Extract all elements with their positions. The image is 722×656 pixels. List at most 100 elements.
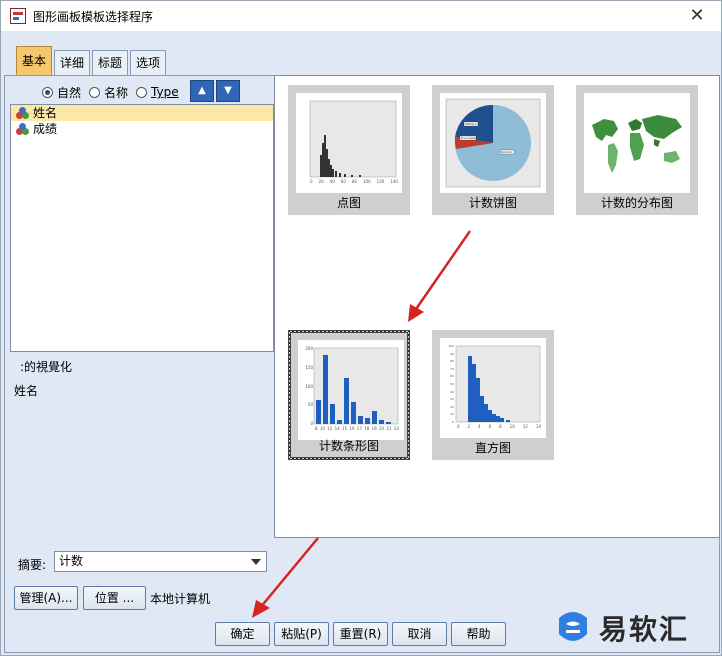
tick-label: 8 — [315, 426, 318, 431]
sort-type-radio[interactable]: Type — [136, 85, 179, 99]
gallery-item-caption: 计数饼图 — [468, 196, 517, 210]
visualization-value: 姓名 — [14, 384, 39, 398]
location-button[interactable]: 位置 ... — [83, 586, 146, 610]
sort-ascending-button[interactable]: ▲ — [190, 80, 214, 102]
tick-label: 16 — [349, 426, 355, 431]
pie-chart-thumbnail: Midterm Trunctated Normal — [440, 93, 546, 193]
tick-label: 60 — [340, 179, 346, 184]
tick-label: 40 — [450, 389, 454, 394]
tick-label: 80 — [450, 359, 454, 364]
tick-label: 18 — [364, 426, 370, 431]
radio-selected-icon — [42, 86, 53, 98]
tick-label: 15 — [342, 426, 348, 431]
map-thumbnail — [584, 93, 690, 193]
sort-ascending-icon: ▲ — [198, 85, 206, 96]
tick-label: 100 — [363, 179, 371, 184]
tab-bar: 基本 详细 标题 选项 — [16, 46, 168, 76]
tick-label: 50 — [307, 402, 313, 408]
radio-icon — [136, 86, 148, 98]
gallery-item-map[interactable]: 计数的分布图 — [576, 85, 698, 215]
tick-label: 2 — [467, 424, 471, 429]
tick-label: 0 — [452, 419, 454, 424]
tick-label: 60 — [450, 374, 454, 379]
logo-icon — [559, 612, 587, 641]
sort-name-label: 名称 — [104, 85, 129, 100]
pie-slice-label: Midterm — [465, 122, 478, 126]
gallery-item-caption: 直方图 — [474, 441, 511, 455]
visualization-label: :的視覺化 — [20, 360, 73, 374]
tick-label: 150 — [305, 364, 313, 370]
cancel-button[interactable]: 取消 — [392, 622, 447, 646]
tick-label: 0 — [457, 424, 460, 429]
tick-label: 6 — [488, 424, 492, 429]
nominal-variable-icon — [16, 123, 30, 135]
watermark-text: 易软汇 — [599, 613, 690, 646]
variable-name: 成绩 — [33, 122, 58, 136]
location-value: 本地计算机 — [150, 592, 211, 606]
tab-basic[interactable]: 基本 — [16, 46, 53, 76]
title-bar: 图形画板模板选择程序 ✕ — [1, 1, 721, 31]
gallery-item-caption: 计数条形图 — [318, 439, 379, 453]
summary-value: 计数 — [59, 554, 84, 568]
tick-label: 12 — [327, 426, 333, 431]
gallery-item-bar-chart[interactable]: 200 150 100 50 0 8 10 12 14 15 16 17 18 … — [288, 330, 410, 460]
tick-label: 140 — [390, 179, 398, 184]
tick-label: 8 — [499, 424, 502, 429]
gallery-item-histogram[interactable]: 100 90 80 70 60 50 40 30 20 10 0 0 2 4 6… — [432, 330, 554, 460]
tick-label: 30 — [450, 397, 454, 402]
variable-list[interactable]: 姓名 成绩 — [10, 104, 274, 352]
tab-titles[interactable]: 标题 — [92, 50, 129, 76]
chart-gallery: 0 20 40 60 80 100 120 140 点图 Midterm Tru… — [274, 75, 720, 538]
tab-options[interactable]: 选项 — [130, 50, 167, 76]
manage-button[interactable]: 管理(A)... — [14, 586, 78, 610]
summary-dropdown[interactable]: 计数 — [54, 551, 267, 572]
tick-label: 80 — [351, 179, 357, 184]
ok-button[interactable]: 确定 — [215, 622, 270, 646]
variable-name: 姓名 — [33, 106, 58, 120]
gallery-item-caption: 点图 — [336, 196, 361, 210]
gallery-item-caption: 计数的分布图 — [600, 196, 673, 210]
tick-label: 90 — [450, 351, 454, 356]
tick-label: 20 — [378, 426, 385, 431]
tick-label: 120 — [376, 179, 385, 184]
tick-label: 0 — [310, 179, 313, 184]
pie-slice-label: Trunctated — [461, 136, 478, 140]
histogram-thumbnail: 100 90 80 70 60 50 40 30 20 10 0 0 2 4 6… — [440, 338, 546, 438]
tick-label: 200 — [305, 346, 313, 351]
tick-label: 40 — [329, 179, 335, 184]
tick-label: 10 — [319, 426, 325, 431]
tick-label: 20 — [318, 179, 324, 184]
bar-chart-thumbnail: 200 150 100 50 0 8 10 12 14 15 16 17 18 … — [298, 340, 404, 440]
pie-slice-label: Normal — [501, 150, 512, 154]
reset-button[interactable]: 重置(R) — [333, 622, 388, 646]
tick-label: 23 — [393, 426, 399, 431]
sort-descending-icon: ▼ — [224, 85, 232, 96]
sort-natural-radio[interactable]: 自然 — [42, 84, 81, 101]
list-item[interactable]: 姓名 — [11, 105, 273, 121]
gallery-item-pie-chart[interactable]: Midterm Trunctated Normal 计数饼图 — [432, 85, 554, 215]
close-icon[interactable]: ✕ — [685, 6, 709, 26]
radio-icon — [89, 86, 101, 98]
sort-type-label: Type — [151, 85, 179, 99]
tick-label: 14 — [334, 426, 340, 431]
tick-label: 0 — [310, 421, 313, 426]
gallery-item-dot-plot[interactable]: 0 20 40 60 80 100 120 140 点图 — [288, 85, 410, 215]
help-button[interactable]: 帮助 — [451, 622, 506, 646]
tick-label: 10 — [450, 412, 454, 417]
nominal-variable-icon — [16, 107, 30, 119]
summary-label: 摘要: — [18, 558, 47, 572]
watermark-logo: 易软汇 — [555, 604, 718, 652]
tick-label: 4 — [478, 424, 481, 429]
paste-button[interactable]: 粘贴(P) — [274, 622, 329, 646]
tick-label: 10 — [509, 424, 515, 429]
tab-details[interactable]: 详细 — [54, 50, 91, 76]
tick-label: 50 — [450, 381, 454, 386]
tick-label: 21 — [386, 426, 392, 431]
dot-plot-thumbnail: 0 20 40 60 80 100 120 140 — [296, 93, 402, 193]
tick-label: 14 — [535, 424, 541, 429]
list-item[interactable]: 成绩 — [11, 121, 273, 137]
tick-label: 100 — [305, 383, 313, 389]
sort-descending-button[interactable]: ▼ — [216, 80, 240, 102]
tick-label: 12 — [522, 424, 528, 429]
sort-name-radio[interactable]: 名称 — [89, 84, 128, 101]
